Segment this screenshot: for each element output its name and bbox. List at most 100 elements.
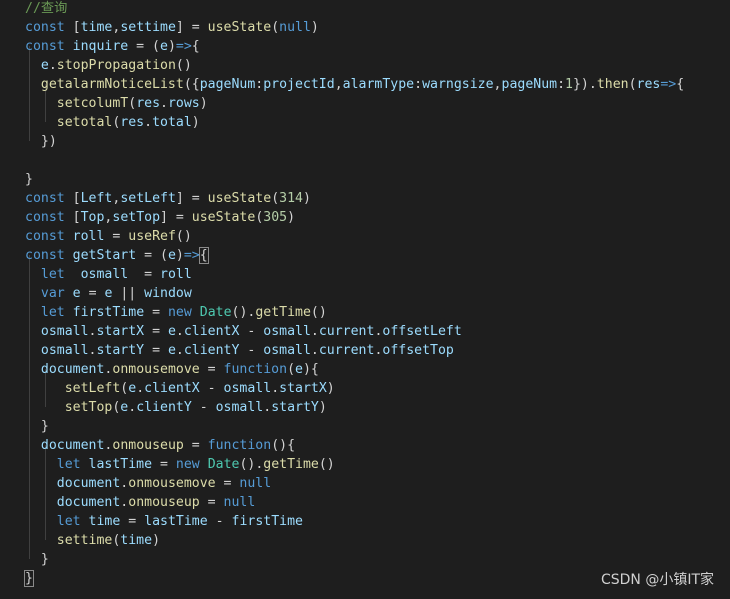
code-line: setLeft(e.clientX - osmall.startX)	[25, 379, 335, 398]
code-token: )	[302, 191, 311, 206]
code-token: warngsize	[422, 77, 494, 92]
code-token: projectId	[263, 77, 335, 92]
code-token: =	[152, 457, 176, 472]
code-token: .	[310, 343, 319, 358]
code-token: {	[191, 39, 200, 54]
code-token: Date	[207, 457, 240, 472]
code-token: =	[120, 514, 145, 529]
code-token: (	[628, 77, 637, 92]
code-token: setTop	[64, 400, 113, 415]
code-token: osmall	[223, 381, 272, 396]
code-token: useRef	[128, 229, 176, 244]
code-token: clientX	[183, 324, 240, 339]
code-token: startY	[271, 400, 319, 415]
code-token: -	[207, 514, 232, 529]
code-token: startY	[96, 343, 145, 358]
code-token: (){	[271, 438, 296, 453]
code-token: roll	[160, 267, 192, 282]
code-token: )	[175, 248, 184, 263]
code-token: current	[318, 324, 375, 339]
code-token: setLeft	[120, 191, 176, 206]
code-token: 305	[263, 210, 288, 225]
code-token: )	[287, 210, 296, 225]
code-token: = (	[128, 39, 160, 54]
code-token: offsetTop	[382, 343, 454, 358]
code-token: let	[40, 305, 65, 320]
code-token: ] =	[160, 210, 192, 225]
code-line: let lastTime = new Date().getTime()	[25, 455, 335, 474]
code-token: =	[128, 267, 161, 282]
code-token: useState	[207, 20, 272, 35]
code-token: .	[271, 381, 280, 396]
code-token: (	[271, 191, 280, 206]
code-token: Date	[199, 305, 232, 320]
code-token: =	[199, 495, 224, 510]
code-token: osmall	[80, 267, 129, 282]
code-token: e	[167, 248, 176, 263]
code-token: null	[223, 495, 256, 510]
code-token: onmouseup	[128, 495, 200, 510]
code-token: //查询	[25, 1, 68, 16]
code-token: =	[104, 229, 129, 244]
code-token: e	[167, 343, 176, 358]
code-token: let	[56, 457, 81, 472]
code-token: const	[25, 229, 65, 244]
code-token: e	[72, 286, 81, 301]
code-token: (	[128, 96, 137, 111]
code-token: }	[24, 570, 34, 587]
code-token: )	[318, 400, 327, 415]
code-line: const [time,settime] = useState(null)	[25, 18, 319, 37]
code-token: )	[167, 39, 176, 54]
code-token: clientY	[183, 343, 240, 358]
code-token: -	[199, 381, 224, 396]
code-token: clientY	[136, 400, 192, 415]
code-line: getalarmNoticeList({pageNum:projectId,al…	[25, 75, 684, 94]
code-token: new	[167, 305, 192, 320]
code-token: )	[199, 96, 208, 111]
code-line: const [Top,setTop] = useState(305)	[25, 208, 295, 227]
code-token: =	[80, 286, 105, 301]
code-token: osmall	[40, 324, 89, 339]
code-line: const getStart = (e)=>{	[25, 246, 209, 265]
code-line: //查询	[25, 0, 67, 18]
code-line: osmall.startX = e.clientX - osmall.curre…	[25, 322, 462, 341]
code-token: = (	[136, 248, 168, 263]
code-token: =>	[175, 39, 192, 54]
code-token: setLeft	[64, 381, 121, 396]
code-line: let osmall = roll	[25, 265, 192, 284]
code-token: function	[207, 438, 272, 453]
code-line: }	[24, 569, 34, 588]
code-line: }	[25, 417, 49, 436]
code-token: ,	[493, 77, 502, 92]
code-token: settime	[56, 533, 113, 548]
code-token: .	[128, 400, 137, 415]
code-token: res	[136, 96, 161, 111]
code-token: time	[120, 533, 153, 548]
code-token: const	[25, 210, 65, 225]
code-line: let time = lastTime - firstTime	[25, 512, 303, 531]
code-token: current	[318, 343, 375, 358]
code-token: e	[40, 58, 49, 73]
code-token: }	[25, 552, 49, 567]
code-token: )	[191, 115, 200, 130]
code-token: document	[56, 476, 121, 491]
code-token: document	[40, 438, 105, 453]
code-token: ()	[310, 305, 327, 320]
code-line: let firstTime = new Date().getTime()	[25, 303, 327, 322]
code-line: var e = e || window	[25, 284, 192, 303]
code-token: ,	[334, 77, 343, 92]
code-token: startX	[279, 381, 327, 396]
code-token: )	[310, 20, 319, 35]
code-editor[interactable]: //查询 const [time,settime] = useState(null…	[0, 0, 730, 599]
